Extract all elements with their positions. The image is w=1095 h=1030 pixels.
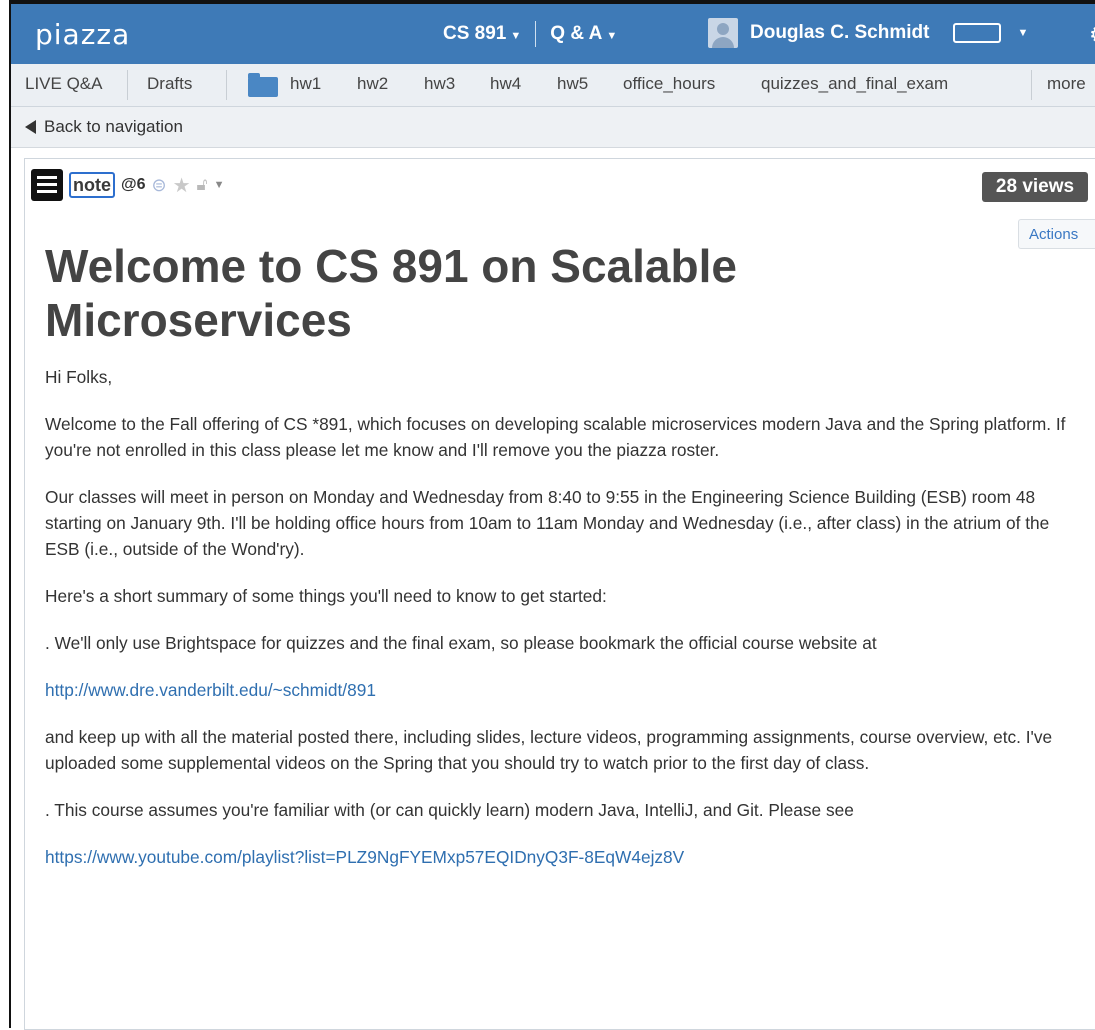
folder-hw2[interactable]: hw2 xyxy=(357,74,388,94)
folder-hw1[interactable]: hw1 xyxy=(290,74,321,94)
course-dropdown[interactable]: CS 891 ▼ xyxy=(443,23,521,45)
caret-down-icon[interactable]: ▼ xyxy=(214,179,225,191)
section-name: Q & A xyxy=(550,23,603,44)
course-selector: CS 891 ▼ Q & A ▼ xyxy=(443,21,617,47)
caret-down-icon: ▼ xyxy=(510,30,522,42)
folder-hw5[interactable]: hw5 xyxy=(557,74,588,94)
post-number: @6 xyxy=(121,176,146,193)
folder-hw4[interactable]: hw4 xyxy=(490,74,521,94)
note-icon xyxy=(31,169,63,201)
folder-icon[interactable] xyxy=(248,73,278,97)
back-to-navigation-link[interactable]: Back to navigation xyxy=(25,117,183,137)
paragraph: . We'll only use Brightspace for quizzes… xyxy=(45,633,877,653)
youtube-playlist-link[interactable]: https://www.youtube.com/playlist?list=PL… xyxy=(45,847,684,867)
star-icon[interactable]: ★ xyxy=(173,173,191,198)
course-website-link[interactable]: http://www.dre.vanderbilt.edu/~schmidt/8… xyxy=(45,680,376,700)
tab-drafts[interactable]: Drafts xyxy=(147,74,192,94)
user-name: Douglas C. Schmidt xyxy=(750,22,930,43)
paragraph: and keep up with all the material posted… xyxy=(45,727,1053,773)
post-title: Welcome to CS 891 on Scalable Microservi… xyxy=(45,240,737,346)
post-card: note @6 ⊜ ★ 🔓︎ ▼ 28 views Actions Welcom… xyxy=(24,158,1095,1030)
post-header: note @6 ⊜ ★ 🔓︎ ▼ xyxy=(31,169,224,201)
folder-more[interactable]: more xyxy=(1047,74,1086,94)
paragraph: . This course assumes you're familiar wi… xyxy=(45,800,854,820)
account-dropdown-box[interactable] xyxy=(953,23,1002,43)
section-dropdown[interactable]: Q & A ▼ xyxy=(550,23,617,45)
avatar xyxy=(708,18,738,48)
back-bar: Back to navigation xyxy=(11,107,1095,148)
caret-down-icon: ▼ xyxy=(606,30,618,42)
window-frame: piazza CS 891 ▼ Q & A ▼ Douglas C. Schmidt… xyxy=(0,0,1095,1030)
folder-quizzes-and-final-exam[interactable]: quizzes_and_final_exam xyxy=(761,74,948,94)
paragraph: Our classes will meet in person on Monda… xyxy=(45,487,1050,559)
views-badge: 28 views xyxy=(982,172,1088,202)
frame-left-border xyxy=(9,0,11,1028)
folder-office-hours[interactable]: office_hours xyxy=(623,74,715,94)
user-menu[interactable]: Douglas C. Schmidt ▼ xyxy=(708,18,1028,48)
folder-hw3[interactable]: hw3 xyxy=(424,74,455,94)
divider xyxy=(127,70,128,100)
divider xyxy=(535,21,537,47)
paragraph: Hi Folks, xyxy=(45,367,113,387)
actions-button[interactable]: Actions xyxy=(1018,219,1095,249)
top-bar: piazza CS 891 ▼ Q & A ▼ Douglas C. Schmidt… xyxy=(11,4,1095,64)
lock-icon[interactable]: 🔓︎ xyxy=(197,175,208,195)
divider xyxy=(226,70,227,100)
back-label: Back to navigation xyxy=(44,117,183,136)
back-arrow-icon xyxy=(25,120,36,134)
folder-nav: LIVE Q&A Drafts hw1 hw2 hw3 hw4 hw5 offi… xyxy=(11,64,1095,107)
paragraph: Here's a short summary of some things yo… xyxy=(45,586,607,606)
post-body: Hi Folks, Welcome to the Fall offering o… xyxy=(45,364,1085,891)
gear-icon[interactable]: ⚙ xyxy=(1089,22,1095,48)
link-icon[interactable]: ⊜ xyxy=(152,175,167,196)
course-name: CS 891 xyxy=(443,23,507,44)
caret-down-icon: ▼ xyxy=(1017,27,1029,39)
post-type-label[interactable]: note xyxy=(69,172,115,198)
tab-live-qa[interactable]: LIVE Q&A xyxy=(25,74,102,94)
piazza-logo[interactable]: piazza xyxy=(35,18,130,51)
paragraph: Welcome to the Fall offering of CS *891,… xyxy=(45,414,1066,460)
divider xyxy=(1031,70,1032,100)
